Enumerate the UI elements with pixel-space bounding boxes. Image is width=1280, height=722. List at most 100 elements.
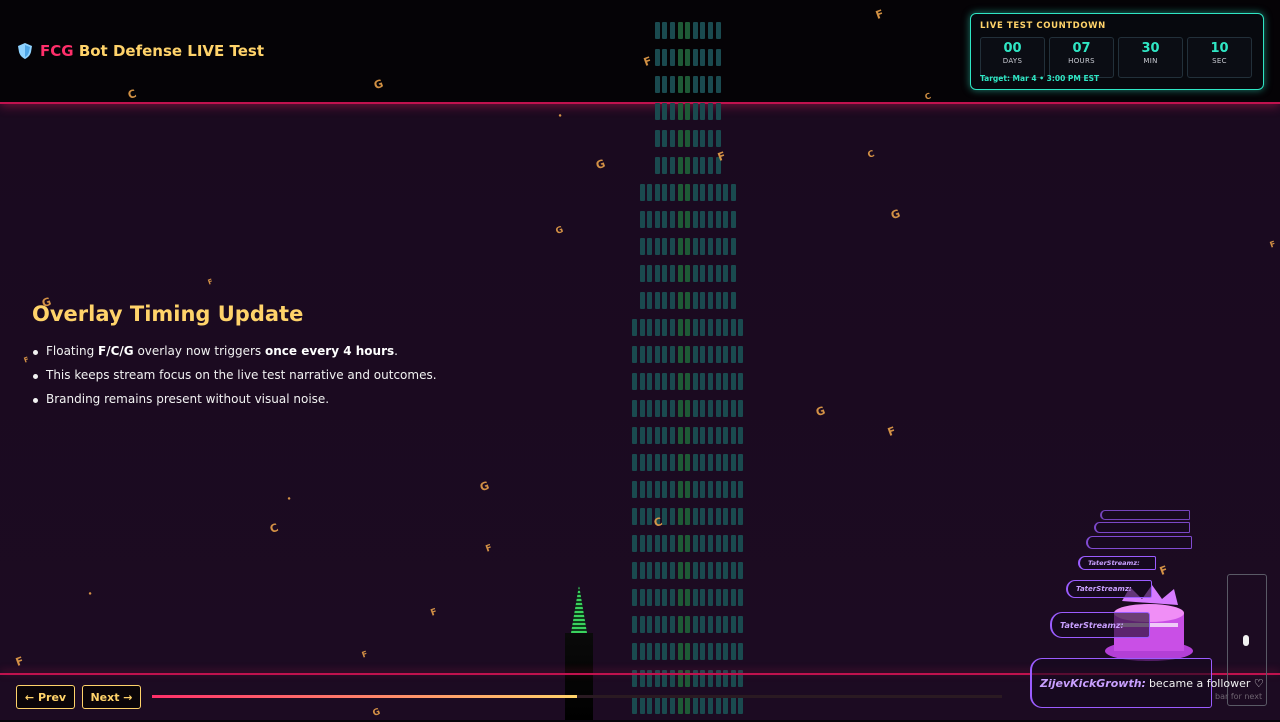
tower-window xyxy=(647,562,653,579)
tower-window xyxy=(662,292,668,309)
tower-window xyxy=(654,157,660,174)
tower-window xyxy=(708,238,713,255)
tower-window xyxy=(723,346,729,363)
tower-window xyxy=(723,508,729,525)
tower-window xyxy=(692,427,698,444)
chat-message: TaterStreamz: xyxy=(1066,580,1152,598)
tower-window xyxy=(647,508,653,525)
tower-window xyxy=(654,319,660,336)
tower-window xyxy=(692,697,698,714)
tower-window xyxy=(662,427,668,444)
tower-window xyxy=(662,643,668,660)
tower-window xyxy=(677,211,683,228)
tower-window xyxy=(708,427,713,444)
tower-window xyxy=(654,427,660,444)
tower-window xyxy=(677,22,683,39)
tower-window xyxy=(685,562,691,579)
tower-window xyxy=(639,211,645,228)
chat-message-latest: ZijevKickGrowth: became a follower ♡ xyxy=(1030,658,1264,708)
tower-window xyxy=(715,130,721,147)
tower-window xyxy=(654,697,660,714)
countdown-target: Target: Mar 4 • 3:00 PM EST xyxy=(980,74,1100,83)
tower-window xyxy=(647,643,653,660)
tower-window xyxy=(677,643,683,660)
tower-window xyxy=(723,319,729,336)
tower-window xyxy=(654,481,660,498)
tower-window xyxy=(730,292,736,309)
tower-window xyxy=(654,400,660,417)
tower-window xyxy=(677,346,683,363)
tower-window xyxy=(677,508,683,525)
tower-window xyxy=(700,319,706,336)
tower-window xyxy=(708,265,713,282)
tower-window xyxy=(685,508,691,525)
tower-window xyxy=(700,157,706,174)
tower-window xyxy=(738,319,744,336)
tower-window xyxy=(654,238,660,255)
tower-window xyxy=(730,400,736,417)
tower-window xyxy=(715,400,721,417)
tower-window xyxy=(647,589,653,606)
tower-window xyxy=(670,184,675,201)
tower-window xyxy=(723,616,729,633)
tower-window xyxy=(677,400,683,417)
tower-window xyxy=(670,292,675,309)
tower-window xyxy=(730,211,736,228)
tower-window xyxy=(670,589,675,606)
brand-text: Bot Defense LIVE Test xyxy=(78,42,264,60)
tower-window xyxy=(662,589,668,606)
tower-window xyxy=(639,508,645,525)
tower-window xyxy=(730,265,736,282)
tower-window xyxy=(670,616,675,633)
tower-window xyxy=(700,373,706,390)
tower-window xyxy=(670,265,675,282)
tower-window xyxy=(708,319,713,336)
tower-window xyxy=(708,130,713,147)
tower-window xyxy=(708,157,713,174)
tower-window xyxy=(723,481,729,498)
tower-window xyxy=(647,616,653,633)
tower-window xyxy=(639,589,645,606)
tower-window xyxy=(677,103,683,120)
tower-window xyxy=(723,211,729,228)
next-button[interactable]: Next → xyxy=(82,685,141,709)
tower-window xyxy=(685,427,691,444)
tower-window xyxy=(692,400,698,417)
tower-window xyxy=(647,373,653,390)
tower-window xyxy=(639,184,645,201)
tower-window xyxy=(715,427,721,444)
tower-window xyxy=(677,292,683,309)
tower-window xyxy=(685,454,691,471)
countdown-days: 00 DAYS xyxy=(980,37,1045,78)
countdown-label: DAYS xyxy=(1002,57,1023,65)
scroll-knob[interactable] xyxy=(1243,635,1249,646)
tower-window xyxy=(685,535,691,552)
tower-window xyxy=(738,481,744,498)
tower-window xyxy=(685,76,691,93)
tower-window xyxy=(700,76,706,93)
countdown-label: HOURS xyxy=(1068,57,1095,65)
tower-window xyxy=(654,49,660,66)
tower-window xyxy=(708,643,713,660)
tower-window xyxy=(738,643,744,660)
tower-window xyxy=(662,400,668,417)
tower-window xyxy=(730,373,736,390)
tower-window xyxy=(692,130,698,147)
tower-window xyxy=(730,697,736,714)
tower-window xyxy=(700,454,706,471)
tower-window xyxy=(670,130,675,147)
chat-message: TaterStreamz: xyxy=(1050,612,1150,638)
tower-window xyxy=(685,589,691,606)
tower-window xyxy=(723,265,729,282)
tower-window xyxy=(632,616,637,633)
tower-window xyxy=(692,76,698,93)
prev-button[interactable]: ← Prev xyxy=(16,685,75,709)
tower-window xyxy=(738,589,744,606)
tower-window xyxy=(708,535,713,552)
countdown-panel: LIVE TEST COUNTDOWN 00 DAYS 07 HOURS 30 MIN… xyxy=(970,13,1264,90)
tower-window xyxy=(654,589,660,606)
tower-window xyxy=(692,481,698,498)
slide-title: Overlay Timing Update xyxy=(32,302,304,326)
tower-window xyxy=(654,130,660,147)
tower-window xyxy=(662,373,668,390)
